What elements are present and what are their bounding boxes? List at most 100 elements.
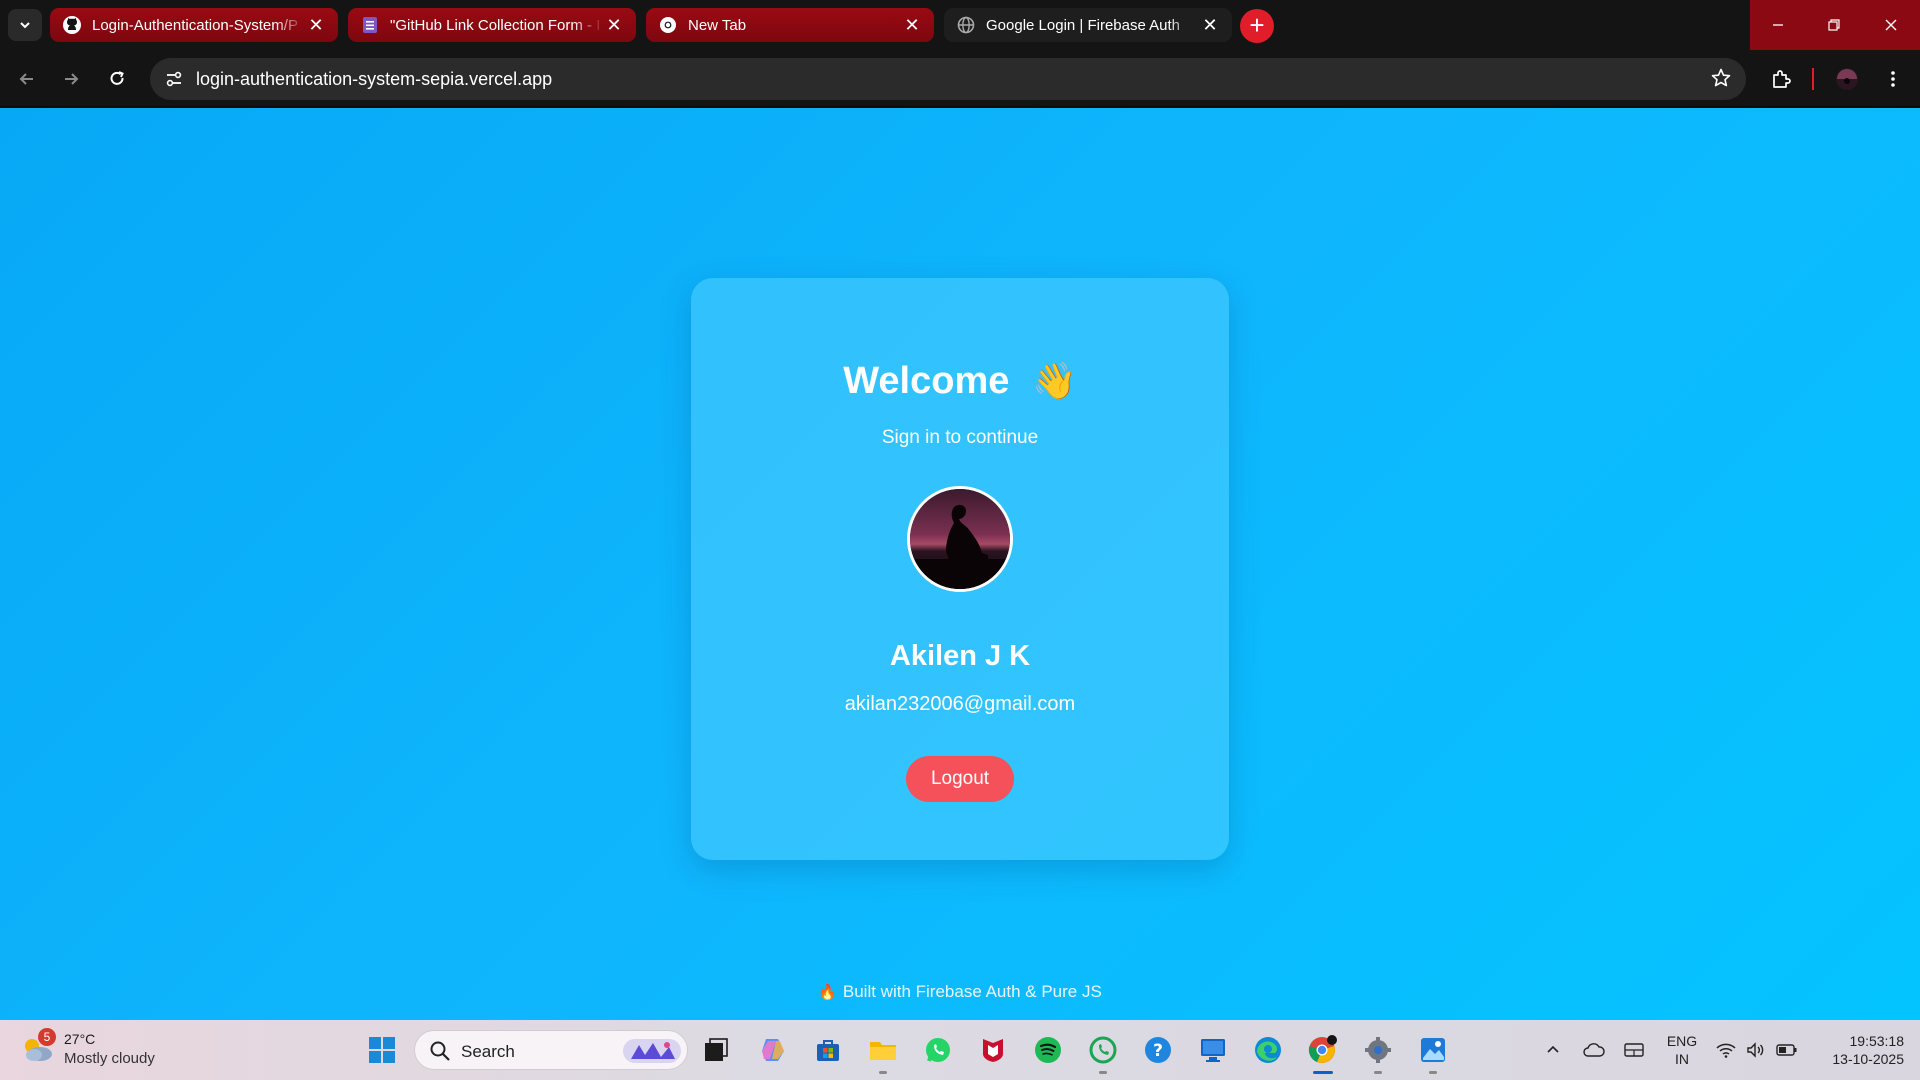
- reload-icon: [110, 71, 124, 85]
- tab-title: "GitHub Link Collection Form - I: [390, 16, 601, 34]
- edge-button[interactable]: [1250, 1032, 1286, 1068]
- close-window-button[interactable]: [1862, 0, 1920, 50]
- onedrive-button[interactable]: [1580, 1036, 1608, 1064]
- show-hidden-icons-button[interactable]: [1540, 1036, 1566, 1064]
- chrome-button[interactable]: [1305, 1032, 1341, 1074]
- spotify-icon: [1035, 1037, 1061, 1063]
- running-indicator: [1099, 1071, 1107, 1074]
- help-icon: ?: [1145, 1037, 1171, 1063]
- taskbar-search-box[interactable]: Search: [414, 1030, 688, 1070]
- close-icon[interactable]: ✕: [902, 15, 922, 36]
- cloud-icon: [1583, 1043, 1605, 1057]
- spotify-button[interactable]: [1030, 1032, 1066, 1068]
- profile-avatar-button[interactable]: [1830, 62, 1864, 96]
- remote-desktop-button[interactable]: [1195, 1032, 1231, 1068]
- clock-date: 13-10-2025: [1832, 1051, 1904, 1067]
- mcafee-button[interactable]: [975, 1032, 1011, 1068]
- restore-button[interactable]: [1806, 0, 1862, 50]
- forward-button[interactable]: [54, 62, 88, 96]
- signin-subtitle: Sign in to continue: [881, 427, 1039, 448]
- site-info-icon[interactable]: [162, 67, 186, 91]
- extensions-button[interactable]: [1764, 62, 1798, 96]
- close-icon: [1885, 19, 1897, 31]
- address-bar[interactable]: login-authentication-system-sepia.vercel…: [150, 58, 1746, 100]
- touch-keyboard-button[interactable]: [1620, 1036, 1648, 1064]
- logout-button[interactable]: Logout: [906, 756, 1014, 802]
- footer-text: Built with Firebase Auth & Pure JS: [842, 982, 1102, 1001]
- welcome-text: Welcome: [843, 360, 1010, 402]
- browser-tab-github[interactable]: Login-Authentication-System/P ✕: [50, 8, 338, 42]
- volume-status[interactable]: [1744, 1036, 1768, 1064]
- search-highlight-icon: [623, 1035, 681, 1067]
- browser-tab-strip: Login-Authentication-System/P ✕ "GitHub …: [0, 0, 1920, 50]
- settings-button[interactable]: [1360, 1032, 1396, 1074]
- tab-title: New Tab: [688, 16, 747, 34]
- welcome-heading: Welcome 👋: [691, 360, 1229, 403]
- whatsapp-beta-button[interactable]: [1085, 1032, 1121, 1074]
- waving-hand-icon: 👋: [1031, 360, 1077, 401]
- chrome-icon: [658, 15, 678, 35]
- reload-button[interactable]: [100, 62, 134, 96]
- mcafee-icon: [983, 1039, 1003, 1062]
- restore-icon: [1828, 19, 1840, 31]
- bookmark-star-icon[interactable]: [1710, 67, 1734, 91]
- whatsapp-button[interactable]: [920, 1032, 956, 1068]
- browser-toolbar: login-authentication-system-sepia.vercel…: [0, 50, 1920, 108]
- browser-tab-new-tab[interactable]: New Tab ✕: [646, 8, 934, 42]
- arrow-left-icon: [19, 73, 33, 85]
- weather-condition: Mostly cloudy: [64, 1050, 155, 1067]
- close-icon[interactable]: ✕: [306, 15, 326, 36]
- tab-search-button[interactable]: [8, 9, 42, 41]
- copilot-button[interactable]: [755, 1032, 791, 1068]
- get-help-button[interactable]: ?: [1140, 1032, 1176, 1068]
- running-indicator: [879, 1071, 887, 1074]
- browser-menu-button[interactable]: [1876, 62, 1910, 96]
- battery-icon: [1776, 1044, 1797, 1056]
- github-icon: [62, 15, 82, 35]
- minimize-button[interactable]: [1750, 0, 1806, 50]
- tab-title: Google Login | Firebase Auth: [986, 16, 1181, 34]
- whatsapp-icon: [926, 1038, 950, 1062]
- whatsapp-beta-icon: [1089, 1036, 1117, 1064]
- arrow-right-icon: [65, 73, 79, 85]
- page-viewport: Welcome 👋 Akilen J K akilan232006@gmail.…: [0, 108, 1920, 1020]
- input-language-indicator[interactable]: ENG IN: [1664, 1032, 1700, 1068]
- user-name: Akilen J K: [889, 640, 1031, 672]
- close-icon[interactable]: ✕: [604, 15, 624, 36]
- running-indicator: [1374, 1071, 1382, 1074]
- avatar: [907, 486, 1013, 592]
- start-button[interactable]: [364, 1032, 400, 1068]
- battery-status[interactable]: [1774, 1036, 1800, 1064]
- weather-widget[interactable]: 5 27°C Mostly cloudy: [20, 1028, 220, 1072]
- page-footer: 🔥 Built with Firebase Auth & Pure JS: [0, 982, 1920, 1002]
- forms-icon: [360, 15, 380, 35]
- store-button[interactable]: [810, 1032, 846, 1068]
- file-explorer-icon: [870, 1042, 896, 1060]
- settings-gear-icon: [1365, 1037, 1391, 1063]
- windows-start-icon: [369, 1037, 395, 1063]
- copilot-icon: [762, 1039, 784, 1061]
- keyboard-icon: [1624, 1043, 1644, 1057]
- wifi-status[interactable]: [1714, 1036, 1738, 1064]
- photos-button[interactable]: [1415, 1032, 1451, 1074]
- more-vertical-icon: [1891, 71, 1895, 87]
- store-icon: [817, 1040, 839, 1061]
- wifi-icon: [1716, 1043, 1736, 1058]
- close-icon[interactable]: ✕: [1200, 15, 1220, 36]
- search-icon: [429, 1040, 451, 1062]
- profile-card: Welcome 👋 Akilen J K akilan232006@gmail.…: [691, 278, 1229, 860]
- volume-icon: [1747, 1042, 1764, 1058]
- new-tab-button[interactable]: +: [1240, 9, 1274, 43]
- task-view-button[interactable]: [698, 1032, 734, 1068]
- weather-badge: 5: [38, 1028, 56, 1046]
- back-button[interactable]: [10, 62, 44, 96]
- active-indicator: [1313, 1071, 1333, 1074]
- puzzle-icon: [1773, 70, 1791, 88]
- system-clock[interactable]: 19:53:18 13-10-2025: [1812, 1032, 1904, 1068]
- file-explorer-button[interactable]: [865, 1032, 901, 1074]
- svg-text:?: ?: [1153, 1041, 1163, 1061]
- browser-tab-firebase-auth[interactable]: Google Login | Firebase Auth ✕: [944, 8, 1232, 42]
- browser-tab-forms[interactable]: "GitHub Link Collection Form - I ✕: [348, 8, 636, 42]
- windows-taskbar: 5 27°C Mostly cloudy Search ? ENG IN 19:…: [0, 1020, 1920, 1080]
- user-email: akilan232006@gmail.com: [844, 693, 1076, 715]
